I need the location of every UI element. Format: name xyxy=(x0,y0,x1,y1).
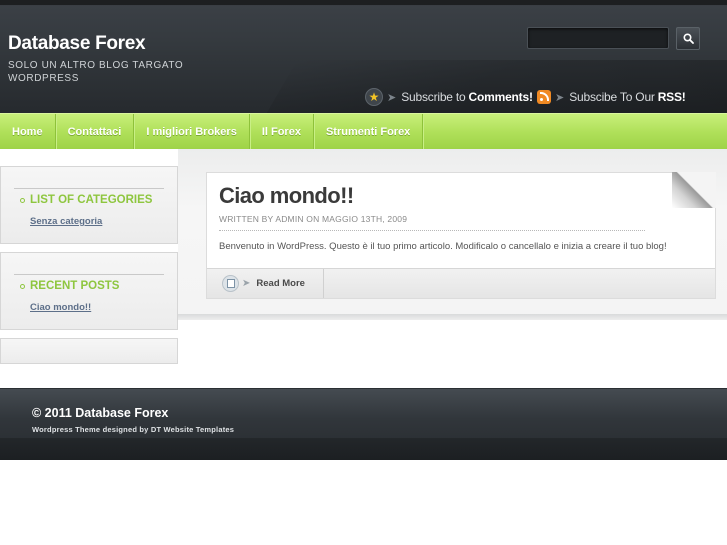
arrow-icon: ➤ xyxy=(242,278,251,289)
widget-categories: LIST OF CATEGORIES Senza categoria xyxy=(0,166,178,244)
widget-recent-posts-title-text: RECENT POSTS xyxy=(30,280,120,292)
nav-item-il-forex[interactable]: Il Forex xyxy=(250,114,314,149)
nav-item-contattaci[interactable]: Contattaci xyxy=(56,114,135,149)
post-title[interactable]: Ciao mondo!! xyxy=(219,183,354,209)
content-shade-bottom xyxy=(178,314,727,320)
subscribe-comments-strong: Comments! xyxy=(468,90,533,104)
page-curl-decoration xyxy=(672,172,716,208)
subscribe-comments-link[interactable]: ★ ➤ Subscribe to Comments! xyxy=(365,87,533,107)
bullet-icon xyxy=(20,197,25,203)
site-header: Database Forex SOLO UN ALTRO BLOG TARGAT… xyxy=(0,0,727,113)
search-button[interactable] xyxy=(676,27,700,50)
read-more-button[interactable]: ➤ Read More xyxy=(207,269,324,298)
subscribe-rss-link[interactable]: ➤ Subscibe To Our RSS! xyxy=(537,87,686,107)
arrow-icon: ➤ xyxy=(387,91,397,104)
widget-divider xyxy=(14,188,164,189)
search-input[interactable] xyxy=(528,28,668,48)
search-box[interactable] xyxy=(527,27,669,49)
widget-categories-title-text: LIST OF CATEGORIES xyxy=(30,194,153,206)
document-icon xyxy=(222,275,239,292)
footer-credit[interactable]: Wordpress Theme designed by DT Website T… xyxy=(32,425,234,434)
post-body: Benvenuto in WordPress. Questo è il tuo … xyxy=(219,241,667,252)
main-nav: Home Contattaci I migliori Brokers Il Fo… xyxy=(0,113,727,149)
post-meta: WRITTEN BY ADMIN ON MAGGIO 13TH, 2009 xyxy=(219,214,408,224)
recent-post-link[interactable]: Ciao mondo!! xyxy=(30,302,91,313)
site-tagline: SOLO UN ALTRO BLOG TARGATO WORDPRESS xyxy=(8,60,184,84)
widget-empty xyxy=(0,338,178,364)
post-divider xyxy=(219,230,645,231)
nav-item-strumenti-forex[interactable]: Strumenti Forex xyxy=(314,114,424,149)
widget-categories-title: LIST OF CATEGORIES xyxy=(20,194,152,206)
site-footer: © 2011 Database Forex Wordpress Theme de… xyxy=(0,388,727,460)
footer-copyright: © 2011 Database Forex xyxy=(32,406,169,420)
search-icon xyxy=(682,33,694,44)
nav-item-migliori-brokers[interactable]: I migliori Brokers xyxy=(134,114,250,149)
widget-recent-posts: RECENT POSTS Ciao mondo!! xyxy=(0,252,178,330)
category-link[interactable]: Senza categoria xyxy=(30,216,102,227)
post-footer: ➤ Read More xyxy=(207,268,715,298)
post-card: Ciao mondo!! WRITTEN BY ADMIN ON MAGGIO … xyxy=(206,172,716,299)
read-more-label: Read More xyxy=(256,278,305,289)
bullet-icon xyxy=(20,283,25,289)
arrow-icon: ➤ xyxy=(555,91,565,104)
rss-icon xyxy=(537,90,551,104)
footer-bottom-band xyxy=(0,438,727,460)
nav-item-home[interactable]: Home xyxy=(0,114,56,149)
subscribe-rss-prefix: Subscibe To Our xyxy=(569,90,655,104)
subscribe-rss-strong: RSS! xyxy=(657,90,686,104)
widget-divider xyxy=(14,274,164,275)
site-title[interactable]: Database Forex xyxy=(8,33,146,55)
star-icon: ★ xyxy=(365,88,383,106)
subscribe-comments-prefix: Subscribe to xyxy=(401,90,466,104)
header-top-stripe xyxy=(0,0,727,5)
widget-recent-posts-title: RECENT POSTS xyxy=(20,280,119,292)
